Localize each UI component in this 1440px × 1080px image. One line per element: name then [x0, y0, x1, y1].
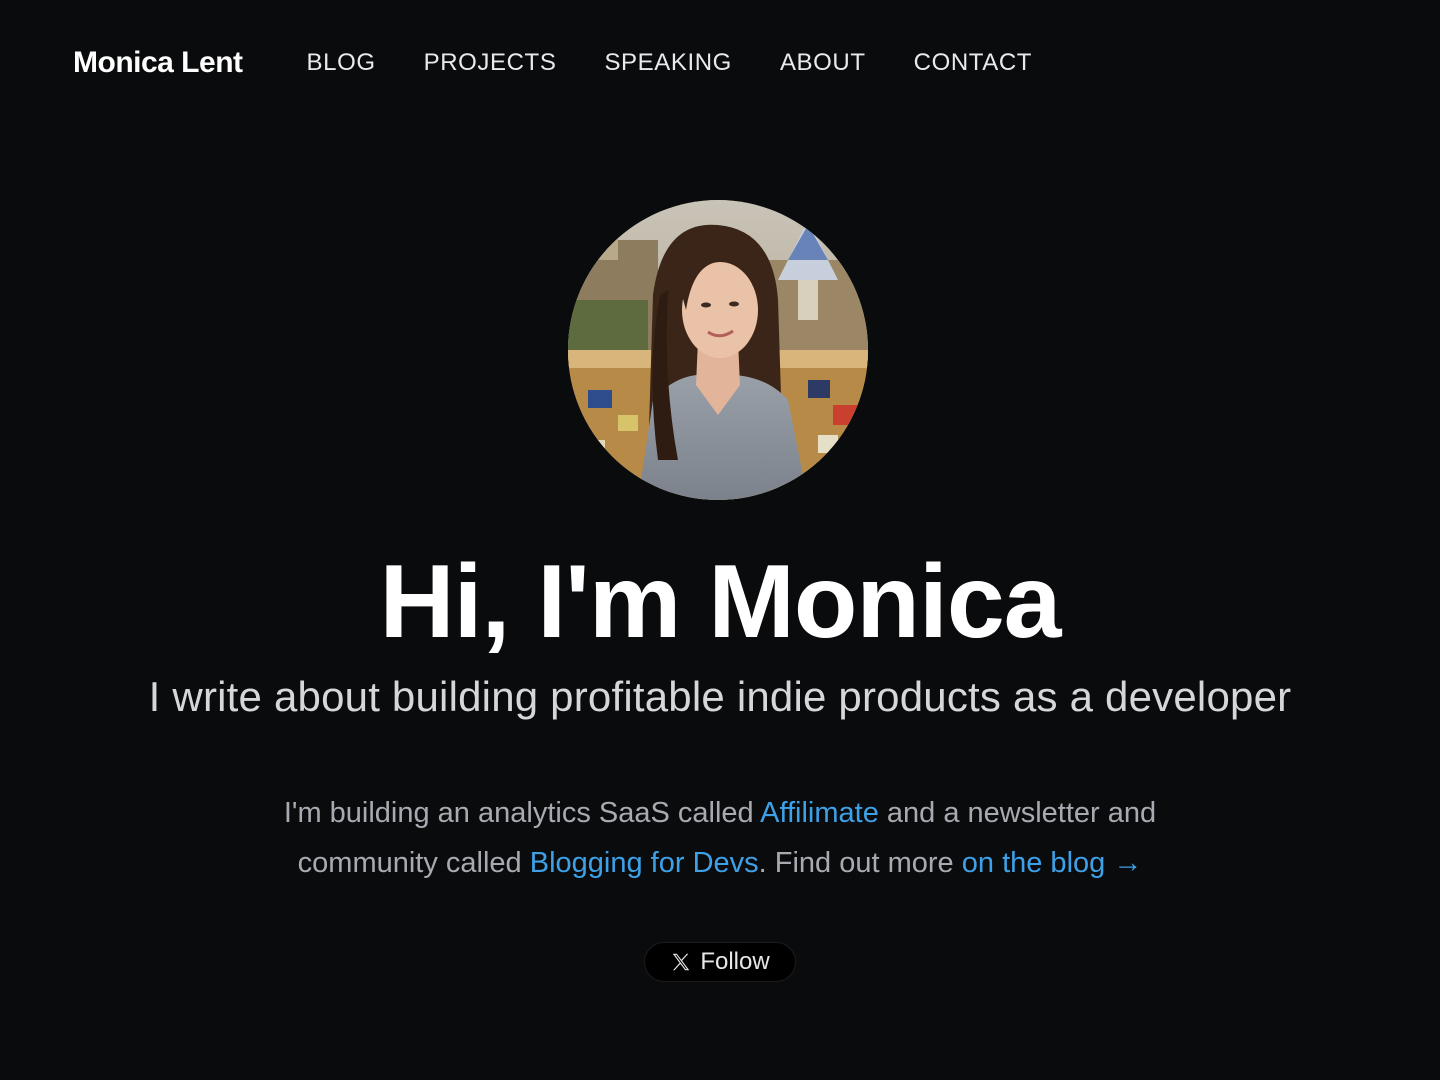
blog-link[interactable]: on the blog →	[962, 847, 1143, 879]
site-header: Monica Lent BLOG PROJECTS SPEAKING ABOUT…	[0, 0, 1440, 126]
nav-item-contact[interactable]: CONTACT	[914, 49, 1032, 77]
avatar	[568, 200, 868, 500]
nav-item-speaking[interactable]: SPEAKING	[604, 49, 732, 77]
blogging-for-devs-link[interactable]: Blogging for Devs	[530, 847, 759, 879]
hero-subtitle: I write about building profitable indie …	[148, 673, 1292, 720]
x-logo-icon	[670, 951, 692, 973]
intro-paragraph: I'm building an analytics SaaS called Af…	[220, 788, 1220, 888]
intro-text-1: I'm building an analytics SaaS called	[283, 797, 761, 829]
page: Monica Lent BLOG PROJECTS SPEAKING ABOUT…	[0, 0, 1440, 1080]
nav-item-projects[interactable]: PROJECTS	[424, 49, 557, 77]
page-title: Hi, I'm Monica	[379, 544, 1061, 660]
nav-item-blog[interactable]: BLOG	[307, 49, 376, 77]
main-nav: BLOG PROJECTS SPEAKING ABOUT CONTACT	[307, 49, 1033, 77]
intro-text-3: . Find out more	[758, 847, 962, 879]
avatar-photo	[568, 200, 868, 500]
affilimate-link[interactable]: Affilimate	[760, 797, 879, 829]
follow-button-label: Follow	[700, 948, 770, 975]
site-logo-link[interactable]: Monica Lent	[73, 46, 243, 80]
follow-button[interactable]: Follow	[644, 942, 796, 982]
nav-item-about[interactable]: ABOUT	[780, 49, 866, 77]
